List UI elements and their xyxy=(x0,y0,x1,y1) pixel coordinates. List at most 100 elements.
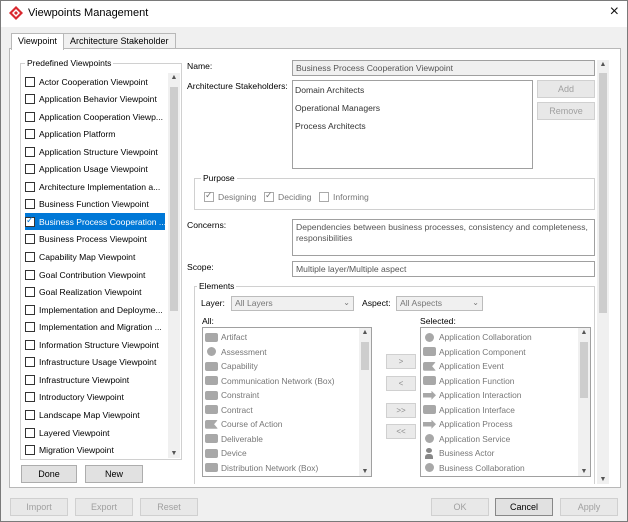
element-item[interactable]: Communication Network (Box) xyxy=(205,374,335,389)
add-stakeholder-button[interactable]: Add xyxy=(537,80,595,98)
viewpoint-item[interactable]: Actor Cooperation Viewpoint xyxy=(25,73,165,90)
checkbox-icon[interactable] xyxy=(25,304,35,315)
viewpoint-item[interactable]: Landscape Map Viewpoint xyxy=(25,406,165,423)
scroll-thumb[interactable] xyxy=(361,342,369,370)
move-all-right-button[interactable]: >> xyxy=(386,403,416,418)
element-item[interactable]: Application Service xyxy=(423,432,510,447)
element-item[interactable]: Device xyxy=(205,446,247,461)
viewpoint-item[interactable]: Application Usage Viewpoint xyxy=(25,161,165,178)
tab-viewpoint[interactable]: Viewpoint xyxy=(11,33,64,50)
viewpoint-item[interactable]: Business Process Viewpoint xyxy=(25,231,165,248)
checkbox-icon[interactable] xyxy=(25,129,35,140)
scroll-down-icon[interactable]: ▼ xyxy=(359,468,371,475)
element-item[interactable]: Application Event xyxy=(423,359,504,374)
element-item[interactable]: Distribution Network (Box) xyxy=(205,461,318,476)
viewpoint-item[interactable]: Implementation and Migration ... xyxy=(25,319,165,336)
checkbox-icon[interactable] xyxy=(25,269,35,280)
reset-button[interactable]: Reset xyxy=(140,498,198,516)
stakeholders-list[interactable]: Domain Architects Operational Managers P… xyxy=(292,80,533,169)
move-all-left-button[interactable]: << xyxy=(386,424,416,439)
element-item[interactable]: Assessment xyxy=(205,345,267,360)
element-item[interactable]: Capability xyxy=(205,359,258,374)
stakeholder-item[interactable]: Operational Managers xyxy=(295,103,380,113)
details-scrollbar[interactable]: ▲ ▼ xyxy=(597,60,609,484)
scroll-down-icon[interactable]: ▼ xyxy=(597,476,609,483)
viewpoint-item[interactable]: Information Structure Viewpoint xyxy=(25,336,165,353)
element-item[interactable]: Business Collaboration xyxy=(423,461,525,476)
checkbox-icon[interactable] xyxy=(25,164,35,175)
checkbox-icon[interactable] xyxy=(25,146,35,157)
checkbox-icon[interactable] xyxy=(319,192,329,202)
viewpoint-item[interactable]: Architecture Implementation a... xyxy=(25,178,165,195)
checkbox-icon[interactable] xyxy=(25,322,35,333)
checkbox-icon[interactable] xyxy=(25,234,35,245)
element-item[interactable]: Constraint xyxy=(205,388,259,403)
viewpoint-item[interactable]: Application Platform xyxy=(25,126,165,143)
element-item[interactable]: Contract xyxy=(205,403,253,418)
viewpoint-item[interactable]: Application Behavior Viewpoint xyxy=(25,91,165,108)
move-right-button[interactable]: > xyxy=(386,354,416,369)
layer-select[interactable]: All Layers ⌄ xyxy=(231,296,354,311)
element-item[interactable]: Application Interface xyxy=(423,403,515,418)
stakeholder-item[interactable]: Process Architects xyxy=(295,121,366,131)
checkbox-icon[interactable] xyxy=(25,76,35,87)
element-item[interactable]: Business Actor xyxy=(423,446,494,461)
checkbox-icon[interactable] xyxy=(264,190,274,202)
ok-button[interactable]: OK xyxy=(431,498,489,516)
close-icon[interactable]: × xyxy=(610,4,619,20)
viewpoint-item[interactable]: Infrastructure Viewpoint xyxy=(25,371,165,388)
checkbox-icon[interactable] xyxy=(25,94,35,105)
checkbox-icon[interactable] xyxy=(25,215,35,227)
checkbox-icon[interactable] xyxy=(25,392,35,403)
scroll-up-icon[interactable]: ▲ xyxy=(578,329,590,336)
checkbox-icon[interactable] xyxy=(25,181,35,192)
cancel-button[interactable]: Cancel xyxy=(495,498,553,516)
all-elements-scrollbar[interactable]: ▲ ▼ xyxy=(359,328,371,476)
viewpoint-item[interactable]: Migration Viewpoint xyxy=(25,442,165,457)
deciding-checkbox[interactable]: Deciding xyxy=(264,190,311,202)
scroll-up-icon[interactable]: ▲ xyxy=(597,61,609,68)
checkbox-icon[interactable] xyxy=(25,357,35,368)
element-item[interactable]: Application Process xyxy=(423,417,513,432)
concerns-field[interactable]: Dependencies between business processes,… xyxy=(292,219,595,256)
scroll-thumb[interactable] xyxy=(599,73,607,313)
selected-elements-scrollbar[interactable]: ▲ ▼ xyxy=(578,328,590,476)
checkbox-icon[interactable] xyxy=(25,427,35,438)
checkbox-icon[interactable] xyxy=(25,199,35,210)
all-elements-list[interactable]: Artifact Assessment Capability Communicatio… xyxy=(202,327,372,477)
checkbox-icon[interactable] xyxy=(25,445,35,456)
checkbox-icon[interactable] xyxy=(204,190,214,202)
scroll-up-icon[interactable]: ▲ xyxy=(168,74,180,81)
element-item[interactable]: Application Collaboration xyxy=(423,330,532,345)
move-left-button[interactable]: < xyxy=(386,376,416,391)
viewpoint-item[interactable]: Business Function Viewpoint xyxy=(25,196,165,213)
viewpoint-item[interactable]: Goal Contribution Viewpoint xyxy=(25,266,165,283)
scroll-down-icon[interactable]: ▼ xyxy=(578,468,590,475)
apply-button[interactable]: Apply xyxy=(560,498,618,516)
scroll-down-icon[interactable]: ▼ xyxy=(168,450,180,457)
checkbox-icon[interactable] xyxy=(25,111,35,122)
viewpoint-item[interactable]: Capability Map Viewpoint xyxy=(25,249,165,266)
element-item[interactable]: Application Function xyxy=(423,374,514,389)
scroll-thumb[interactable] xyxy=(580,342,588,398)
informing-checkbox[interactable]: Informing xyxy=(319,192,369,202)
checkbox-icon[interactable] xyxy=(25,252,35,262)
viewpoints-scrollbar[interactable]: ▲ ▼ xyxy=(168,73,180,458)
done-button[interactable]: Done xyxy=(21,465,77,483)
export-button[interactable]: Export xyxy=(75,498,133,516)
element-item[interactable]: Artifact xyxy=(205,330,247,345)
scope-field[interactable]: Multiple layer/Multiple aspect xyxy=(292,261,595,277)
element-item[interactable]: Application Component xyxy=(423,345,526,360)
checkbox-icon[interactable] xyxy=(25,409,35,420)
scroll-up-icon[interactable]: ▲ xyxy=(359,329,371,336)
stakeholder-item[interactable]: Domain Architects xyxy=(295,85,364,95)
import-button[interactable]: Import xyxy=(10,498,68,516)
checkbox-icon[interactable] xyxy=(25,339,35,350)
selected-elements-list[interactable]: Application Collaboration Application Com… xyxy=(420,327,591,477)
name-field[interactable]: Business Process Cooperation Viewpoint xyxy=(292,60,595,76)
remove-stakeholder-button[interactable]: Remove xyxy=(537,102,595,120)
element-item[interactable]: Application Interaction xyxy=(423,388,521,403)
viewpoint-item[interactable]: Implementation and Deployme... xyxy=(25,301,165,318)
viewpoint-item[interactable]: Infrastructure Usage Viewpoint xyxy=(25,354,165,371)
checkbox-icon[interactable] xyxy=(25,374,35,385)
